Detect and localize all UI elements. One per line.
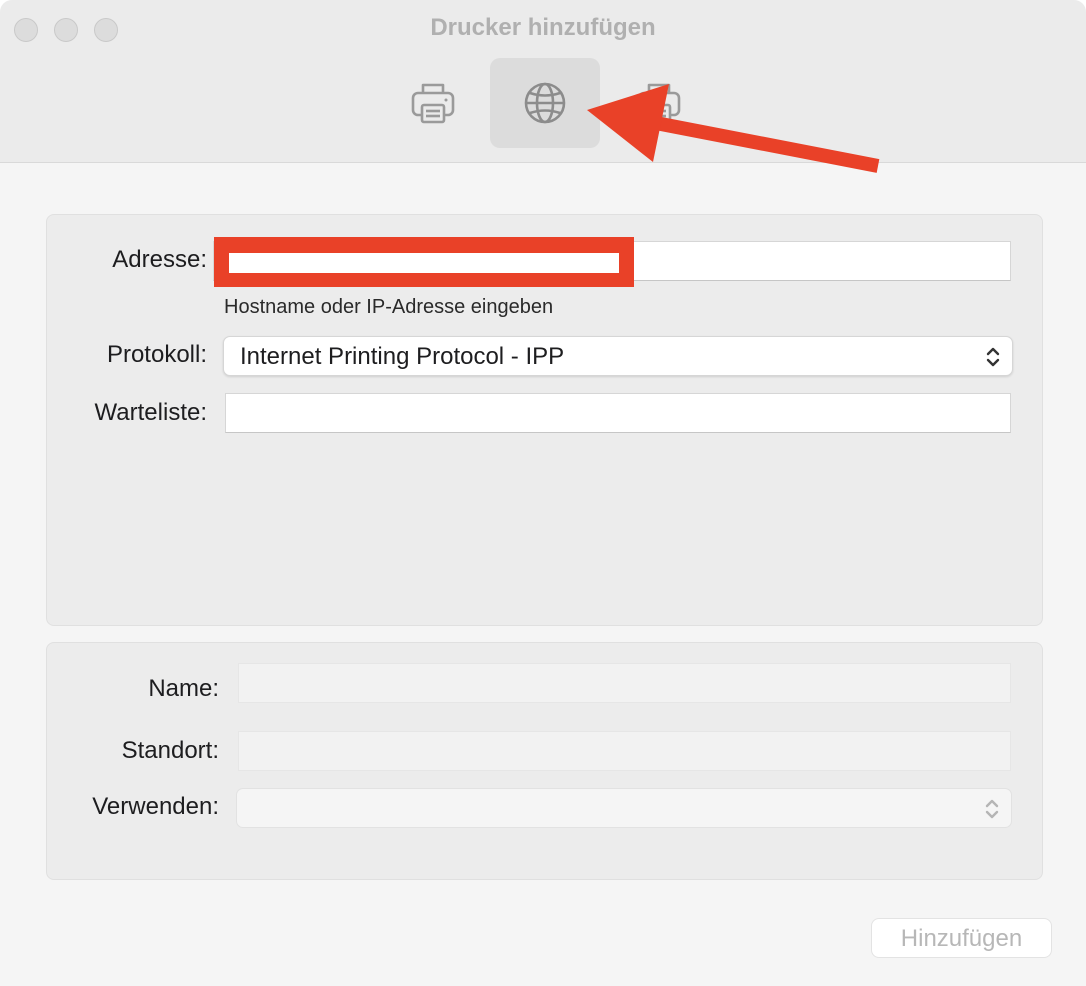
protocol-select[interactable]: Internet Printing Protocol - IPP <box>223 336 1013 376</box>
toolbar-windows-tab[interactable] <box>604 58 714 148</box>
add-printer-window: Drucker hinzufügen Adresse: Hostname ode… <box>0 0 1086 986</box>
toolbar-default-printer-tab[interactable] <box>378 58 488 148</box>
protocol-label: Protokoll: <box>106 341 207 368</box>
printer-windows-icon <box>637 83 681 124</box>
add-button[interactable]: Hinzufügen <box>871 918 1052 958</box>
protocol-select-value: Internet Printing Protocol - IPP <box>240 343 565 370</box>
location-label: Standort: <box>121 737 219 764</box>
queue-input[interactable] <box>225 393 1011 433</box>
chevron-up-down-icon <box>986 347 1000 367</box>
name-label: Name: <box>148 675 219 702</box>
queue-label: Warteliste: <box>94 399 207 426</box>
printer-icon <box>411 83 455 124</box>
name-input[interactable] <box>238 663 1011 703</box>
use-label: Verwenden: <box>92 793 219 820</box>
redaction-fill <box>229 253 619 273</box>
chevron-up-down-icon <box>985 799 999 819</box>
window-title: Drucker hinzufügen <box>430 14 656 41</box>
use-driver-select[interactable] <box>236 788 1012 828</box>
address-hint: Hostname oder IP-Adresse eingeben <box>224 296 554 318</box>
title-bar: Drucker hinzufügen <box>0 0 1086 163</box>
address-label: Adresse: <box>112 246 207 273</box>
location-input[interactable] <box>238 731 1011 771</box>
globe-icon <box>524 82 566 124</box>
toolbar-ip-tab[interactable] <box>490 58 600 148</box>
